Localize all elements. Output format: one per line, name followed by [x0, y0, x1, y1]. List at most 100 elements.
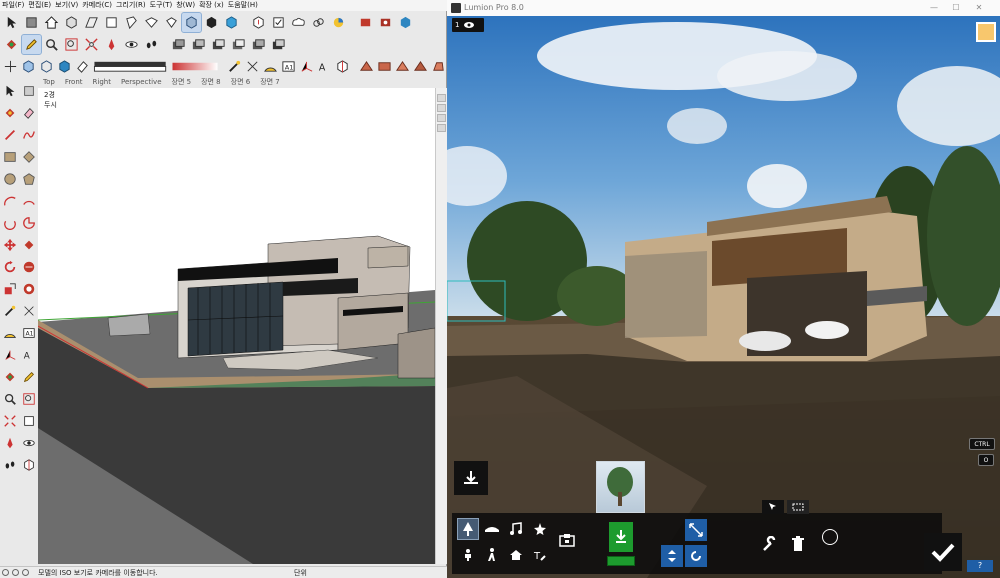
make-component-icon[interactable]	[19, 80, 38, 102]
layer-1-icon[interactable]	[169, 35, 188, 54]
layer-4-icon[interactable]	[229, 35, 248, 54]
axes-icon[interactable]	[2, 57, 19, 76]
polygon-icon[interactable]	[19, 168, 38, 190]
export-icon[interactable]	[249, 13, 268, 32]
ruby-icon[interactable]	[356, 13, 375, 32]
box-icon[interactable]	[62, 13, 81, 32]
textured-style-icon[interactable]	[222, 13, 241, 32]
zoom-window-icon[interactable]	[62, 35, 81, 54]
side-tab-1[interactable]	[437, 94, 446, 102]
position-camera-icon[interactable]	[102, 35, 121, 54]
scale-bar-icon[interactable]	[92, 57, 170, 76]
minimize-button[interactable]: —	[925, 0, 943, 16]
pencil-select-icon[interactable]	[21, 33, 42, 55]
look-around-icon[interactable]	[122, 35, 141, 54]
xray-icon[interactable]	[20, 57, 37, 76]
tab-scene-7[interactable]: 장면 7	[255, 76, 285, 88]
geo-location-icon[interactable]	[2, 569, 9, 576]
previous-icon[interactable]	[19, 410, 38, 432]
protractor-icon[interactable]	[262, 57, 279, 76]
side-tab-3[interactable]	[437, 114, 446, 122]
zoom-window-2-icon[interactable]	[19, 388, 38, 410]
extension-icon[interactable]	[396, 13, 415, 32]
arc-icon[interactable]	[0, 190, 19, 212]
rotate-icon[interactable]	[0, 256, 19, 278]
vehicle-category-icon[interactable]	[482, 519, 502, 539]
warehouse-icon[interactable]	[329, 13, 348, 32]
tape-icon[interactable]	[0, 300, 19, 322]
freehand-icon[interactable]	[19, 124, 38, 146]
cancel-circle-icon[interactable]	[822, 529, 838, 545]
section-plane-icon[interactable]	[334, 57, 351, 76]
component-icon[interactable]	[22, 13, 41, 32]
placement-mode-button[interactable]	[607, 556, 635, 566]
menu-help[interactable]: 도움말(H)	[226, 1, 260, 9]
camera-slot-badge[interactable]: 1	[452, 18, 484, 32]
height-tool-button[interactable]	[661, 545, 683, 567]
color-bar-icon[interactable]	[171, 57, 219, 76]
layer-5-icon[interactable]	[249, 35, 268, 54]
shaded-style-icon[interactable]	[202, 13, 221, 32]
circle-icon[interactable]	[0, 168, 19, 190]
wireframe-icon[interactable]	[38, 57, 55, 76]
scale-tool-button[interactable]	[685, 519, 707, 541]
user-icon[interactable]	[22, 569, 29, 576]
paint-bucket-icon[interactable]	[2, 35, 21, 54]
move-icon[interactable]	[0, 234, 19, 256]
walking-category-icon[interactable]	[482, 545, 502, 565]
push-pull-icon[interactable]	[19, 234, 38, 256]
pie-icon[interactable]	[19, 212, 38, 234]
position-camera-2-icon[interactable]	[0, 432, 19, 454]
walk-icon[interactable]	[142, 35, 161, 54]
zoom-icon[interactable]	[42, 35, 61, 54]
sandbox-4-icon[interactable]	[412, 57, 429, 76]
menu-view[interactable]: 보기(V)	[53, 1, 80, 9]
paint-icon[interactable]	[0, 102, 19, 124]
sound-category-icon[interactable]	[506, 519, 526, 539]
rotated-rect-icon[interactable]	[19, 146, 38, 168]
tab-right[interactable]: Right	[88, 76, 116, 88]
protractor-2-icon[interactable]	[0, 322, 19, 344]
line-icon[interactable]	[0, 124, 19, 146]
place-object-button[interactable]	[454, 461, 488, 495]
front-view-icon[interactable]	[82, 13, 101, 32]
select-icon[interactable]	[0, 80, 19, 102]
menu-edit[interactable]: 편집(E)	[26, 1, 53, 9]
arc-3-icon[interactable]	[0, 212, 19, 234]
lumion-3d-render[interactable]	[447, 16, 1000, 578]
cloud-upload-icon[interactable]	[289, 13, 308, 32]
pan-icon[interactable]	[19, 366, 38, 388]
zoom-2-icon[interactable]	[0, 388, 19, 410]
menu-draw[interactable]: 그리기(R)	[114, 1, 148, 9]
tab-top[interactable]: Top	[38, 76, 60, 88]
follow-me-icon[interactable]	[19, 256, 38, 278]
tape-measure-icon[interactable]	[226, 57, 243, 76]
menu-file[interactable]: 파일(F)	[0, 1, 26, 9]
layer-6-icon[interactable]	[269, 35, 288, 54]
menu-window[interactable]: 창(W)	[174, 1, 197, 9]
tree-thumbnail[interactable]	[596, 461, 645, 513]
section-icon[interactable]	[19, 454, 38, 476]
menu-extensions[interactable]: 확장 (x)	[197, 1, 226, 9]
people-category-icon[interactable]	[458, 545, 478, 565]
side-tab-2[interactable]	[437, 104, 446, 112]
layer-2-icon[interactable]	[189, 35, 208, 54]
sandbox-3-icon[interactable]	[394, 57, 411, 76]
iso-view-icon[interactable]	[181, 11, 202, 33]
effects-category-icon[interactable]	[530, 519, 550, 539]
sandbox-1-icon[interactable]	[358, 57, 375, 76]
text-icon[interactable]: A1	[280, 57, 297, 76]
edit-properties-icon[interactable]	[758, 531, 782, 557]
tab-perspective[interactable]: Perspective	[116, 76, 167, 88]
sketchup-viewport[interactable]: 2경 두시	[38, 88, 435, 564]
check-box-icon[interactable]	[269, 13, 288, 32]
import-category-icon[interactable]	[556, 529, 578, 551]
tab-scene-5[interactable]: 장면 5	[167, 76, 197, 88]
select-tool-icon[interactable]	[2, 13, 21, 32]
credits-icon[interactable]	[12, 569, 19, 576]
dimension-icon[interactable]	[244, 57, 261, 76]
erase-icon[interactable]	[19, 102, 38, 124]
dimension-2-icon[interactable]	[19, 300, 38, 322]
arc-2-icon[interactable]	[19, 190, 38, 212]
eraser-icon[interactable]	[74, 57, 91, 76]
